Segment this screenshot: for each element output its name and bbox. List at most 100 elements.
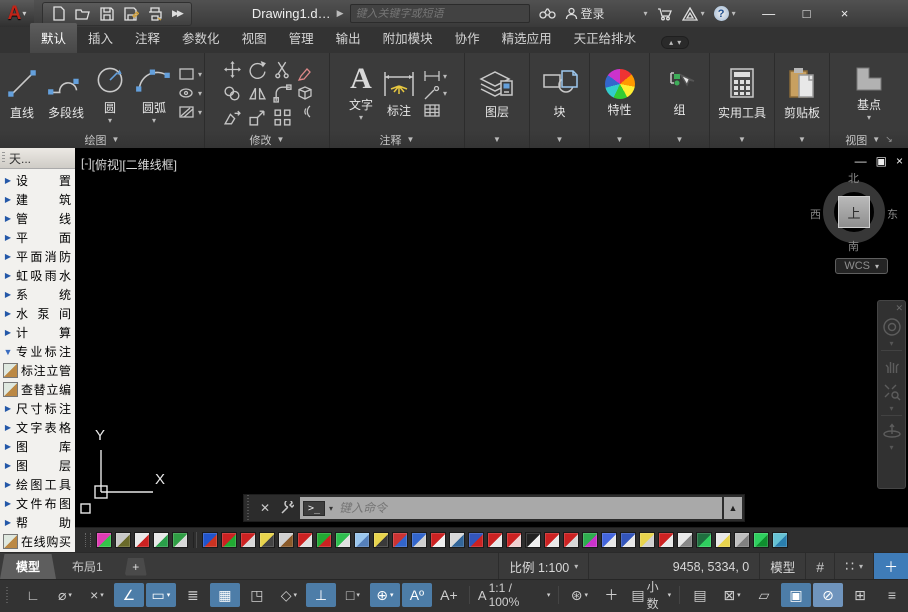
status-annotation-monitor[interactable]: ＋ bbox=[596, 583, 626, 607]
statusbar-grip-icon[interactable] bbox=[6, 587, 11, 603]
sidebar-item-14[interactable]: ▶图 库 bbox=[0, 437, 75, 456]
ucs-icon[interactable]: Y X bbox=[79, 424, 174, 514]
sidebar-item-11[interactable]: 查替立编 bbox=[0, 380, 75, 399]
legacy-icon-save-disk[interactable] bbox=[115, 532, 131, 548]
basepoint-tool[interactable]: 基点 ▾ bbox=[849, 63, 889, 123]
array-icon[interactable] bbox=[273, 108, 292, 127]
group-tool[interactable]: 组 bbox=[663, 68, 697, 119]
drawing-close-button[interactable]: × bbox=[896, 154, 903, 168]
viewcube-top-face[interactable]: 上 bbox=[838, 196, 870, 228]
sign-in-control[interactable]: 登录 ▾ bbox=[565, 5, 648, 22]
annotation-scale-control[interactable]: A 1:1 / 100% ▾ bbox=[475, 583, 553, 607]
circle-caret-icon[interactable]: ▾ bbox=[108, 116, 112, 125]
help-button[interactable]: ? ▾ bbox=[714, 6, 736, 21]
sidebar-item-6[interactable]: ▶系 统 bbox=[0, 285, 75, 304]
sidebar-item-13[interactable]: ▶文字表格 bbox=[0, 418, 75, 437]
circle-tool[interactable]: 圆 ▾ bbox=[90, 60, 130, 126]
line-tool[interactable]: 直线 bbox=[2, 65, 42, 122]
offset-tool[interactable] bbox=[297, 104, 314, 119]
sidebar-item-0[interactable]: ▶设 置 bbox=[0, 171, 75, 190]
legacy-icon-equip-box[interactable] bbox=[335, 532, 351, 548]
explode-tool[interactable] bbox=[297, 85, 314, 101]
legacy-icon-dim-point[interactable] bbox=[487, 532, 503, 548]
table-tool[interactable] bbox=[423, 103, 447, 117]
legacy-icon-tool-gray[interactable] bbox=[278, 532, 294, 548]
status-workspace-switching[interactable]: ⊛▾ bbox=[564, 583, 594, 607]
app-store-button[interactable] bbox=[657, 7, 673, 21]
orbit-caret-icon[interactable]: ▾ bbox=[889, 444, 893, 452]
rotate-icon[interactable] bbox=[248, 60, 267, 79]
panel-utilities-footer[interactable]: ▼ bbox=[710, 131, 774, 148]
legacy-icon-sphere-green[interactable] bbox=[753, 532, 769, 548]
wcs-dropdown[interactable]: WCS ▾ bbox=[835, 258, 888, 274]
sidebar-item-1[interactable]: ▶建 筑 bbox=[0, 190, 75, 209]
viewcube[interactable]: 上 北 南 西 东 bbox=[816, 174, 892, 250]
arc-tool[interactable]: 圆弧 ▾ bbox=[132, 60, 176, 126]
legacy-icon-valve-red-blue[interactable] bbox=[392, 532, 408, 548]
close-button[interactable]: × bbox=[826, 0, 864, 27]
navigation-wheel-button[interactable] bbox=[880, 314, 903, 340]
tab-model[interactable]: 模型 bbox=[0, 554, 56, 579]
legacy-icon-riser-t[interactable] bbox=[468, 532, 484, 548]
sidebar-item-19[interactable]: 在线购买 bbox=[0, 532, 75, 551]
command-customize-button[interactable] bbox=[276, 495, 298, 521]
a360-button[interactable]: ▾ bbox=[682, 7, 705, 21]
hatch-tool[interactable]: ▾ bbox=[178, 104, 202, 120]
status-selection-cycling[interactable]: ◳ bbox=[242, 583, 272, 607]
sidebar-item-2[interactable]: ▶管 线 bbox=[0, 209, 75, 228]
legacy-icon-pipe-diagonal[interactable] bbox=[354, 532, 370, 548]
status-dynamic-ucs[interactable]: ⊥ bbox=[306, 583, 336, 607]
fillet-icon[interactable] bbox=[273, 84, 292, 103]
sidebar-item-10[interactable]: 标注立管 bbox=[0, 361, 75, 380]
text-tool[interactable]: A 文字 ▾ bbox=[347, 63, 375, 123]
minimize-button[interactable]: — bbox=[750, 0, 788, 27]
block-tool[interactable]: 块 bbox=[538, 66, 582, 121]
status-lock-ui[interactable]: ⊠▾ bbox=[717, 583, 747, 607]
legacy-icon-faucet-blue[interactable] bbox=[411, 532, 427, 548]
a360-caret-icon[interactable]: ▾ bbox=[701, 9, 705, 18]
clipboard-tool[interactable]: 剪贴板 bbox=[782, 65, 822, 122]
drawing-canvas[interactable]: [-] [俯视] [二维线框] — ▣ × 上 北 南 西 东 WCS ▾ ✕ … bbox=[75, 148, 908, 528]
sidebar-item-8[interactable]: ▶计 算 bbox=[0, 323, 75, 342]
search-input[interactable] bbox=[351, 8, 529, 20]
pan-button[interactable] bbox=[880, 353, 903, 379]
legacy-icon-dn-edit[interactable] bbox=[582, 532, 598, 548]
zoom-caret-icon[interactable]: ▾ bbox=[889, 405, 893, 413]
drawing-minimize-button[interactable]: — bbox=[855, 154, 867, 168]
sidebar-item-4[interactable]: ▶平面消防 bbox=[0, 247, 75, 266]
plot-button[interactable] bbox=[145, 5, 165, 23]
legacy-icon-sheet-pen[interactable] bbox=[772, 532, 788, 548]
legacy-icon-section-flag[interactable] bbox=[525, 532, 541, 548]
status-lineweight[interactable]: ≣ bbox=[178, 583, 208, 607]
status-units[interactable]: ▤小数▾ bbox=[628, 583, 674, 607]
trim-icon[interactable] bbox=[273, 60, 292, 79]
sidebar-item-17[interactable]: ▶文件布图 bbox=[0, 494, 75, 513]
save-as-button[interactable] bbox=[121, 5, 141, 23]
legacy-icon-hook-red[interactable] bbox=[430, 532, 446, 548]
ellipse-caret-icon[interactable]: ▾ bbox=[198, 89, 202, 98]
sign-in-caret-icon[interactable]: ▾ bbox=[644, 9, 648, 18]
panel-properties-footer[interactable]: ▼ bbox=[590, 131, 649, 148]
layers-tool[interactable]: 图层 bbox=[475, 66, 519, 121]
text-caret-icon[interactable]: ▾ bbox=[359, 113, 363, 122]
leader-caret-icon[interactable]: ▾ bbox=[443, 89, 447, 98]
ribbon-tab-featured[interactable]: 精选应用 bbox=[491, 23, 563, 53]
stretch-icon[interactable] bbox=[223, 108, 242, 127]
linear-dim-tool[interactable]: ▾ bbox=[423, 69, 447, 83]
viewcube-west-label[interactable]: 西 bbox=[810, 206, 821, 222]
hatch-caret-icon[interactable]: ▾ bbox=[198, 108, 202, 117]
orbit-button[interactable] bbox=[880, 418, 903, 444]
polyline-tool[interactable]: 多段线 bbox=[44, 65, 88, 122]
screen-menu-title[interactable]: 天... bbox=[0, 148, 75, 169]
legacy-icon-spline-red[interactable] bbox=[240, 532, 256, 548]
model-space-toggle[interactable]: 模型 bbox=[759, 553, 805, 580]
search-button[interactable] bbox=[539, 7, 556, 20]
infer-constraints-toggle[interactable]: ＋ bbox=[873, 553, 908, 580]
panel-clipboard-footer[interactable]: ▼ bbox=[775, 131, 829, 148]
sidebar-item-7[interactable]: ▶水 泵 间 bbox=[0, 304, 75, 323]
sidebar-item-5[interactable]: ▶虹吸雨水 bbox=[0, 266, 75, 285]
legacy-icon-valve-inline[interactable] bbox=[677, 532, 693, 548]
help-caret-icon[interactable]: ▾ bbox=[732, 9, 736, 18]
legacy-icon-view-sphere[interactable] bbox=[202, 532, 218, 548]
viewport-menu-control[interactable]: [-] bbox=[81, 156, 92, 173]
